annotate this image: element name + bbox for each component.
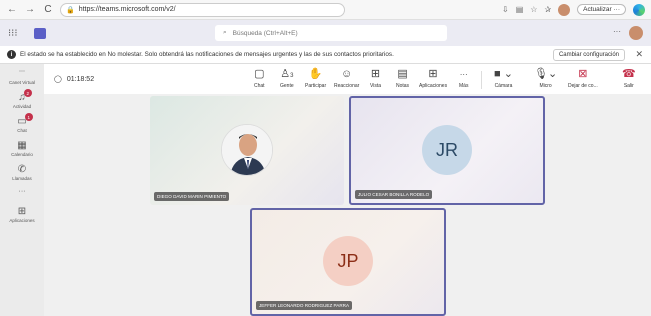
favorite-icon[interactable]: ☆ xyxy=(530,5,537,14)
people-icon: ♙3 xyxy=(280,68,294,80)
chat-badge: 1 xyxy=(24,113,33,121)
calendar-icon: ▦ xyxy=(17,140,27,151)
bell-icon: ♫ 2 xyxy=(18,89,32,104)
leave-button[interactable]: ☎ Salir xyxy=(622,68,636,89)
profile-avatar[interactable] xyxy=(558,3,571,16)
rail-item-calls[interactable]: ✆ Llamadas xyxy=(0,164,44,181)
phone-icon: ✆ xyxy=(17,164,27,175)
hang-up-icon: ☎ xyxy=(622,68,636,80)
extension-icon[interactable]: ⇩ xyxy=(502,5,509,14)
add-apps-icon: ⊞ xyxy=(17,206,27,217)
address-bar[interactable]: 🔒 https://teams.microsoft.com/v2/ xyxy=(60,2,345,17)
meeting-timer: ◯ 01:18:52 xyxy=(54,75,95,84)
participant-initials: JP xyxy=(323,236,373,286)
shield-icon: ◯ xyxy=(54,76,62,83)
participant-name: JULIO CESAR BONILLA RODELO xyxy=(355,190,433,199)
people-button[interactable]: ♙3 Gente xyxy=(280,68,294,89)
back-button[interactable]: ← xyxy=(6,4,18,15)
microphone-icon: 🎙⌄ xyxy=(534,68,558,80)
apps-button[interactable]: ⊞ Aplicaciones xyxy=(419,68,447,89)
notes-button[interactable]: ▤ Notas xyxy=(396,68,409,89)
more-button[interactable]: ··· Más xyxy=(459,68,468,89)
app-launcher-icon[interactable]: ⁝⁝⁝ xyxy=(8,28,26,39)
teams-header: ⁝⁝⁝ ⌕ Búsqueda (Ctrl+Alt+E) ··· xyxy=(0,20,651,46)
meeting-controls: ◯ 01:18:52 ▢ Chat ♙3 Gente ✋ Participar … xyxy=(44,64,651,94)
forward-button[interactable]: → xyxy=(24,4,36,15)
url-text: https://teams.microsoft.com/v2/ xyxy=(78,6,176,13)
toolbar-divider xyxy=(481,71,482,89)
raise-hand-button[interactable]: ✋ Participar xyxy=(305,68,326,89)
favorites-icon[interactable]: ✰ xyxy=(544,5,551,14)
lock-icon: 🔒 xyxy=(66,6,75,14)
banner-text: El estado se ha establecido en No molest… xyxy=(20,51,394,58)
emoji-icon: ☺ xyxy=(341,68,353,80)
rail-item-canet[interactable]: ⋯ Canet Virtual xyxy=(0,68,44,85)
dnd-banner: i El estado se ha establecido en No mole… xyxy=(0,46,651,64)
search-icon: ⌕ xyxy=(223,29,227,36)
reload-button[interactable]: C xyxy=(42,4,54,15)
rail-item-apps[interactable]: ⊞ Aplicaciones xyxy=(0,206,44,223)
browser-toolbar: ← → C 🔒 https://teams.microsoft.com/v2/ … xyxy=(0,0,651,20)
search-input[interactable]: ⌕ Búsqueda (Ctrl+Alt+E) xyxy=(215,25,447,41)
participant-tile[interactable]: DIEGO DAVID MARIN PIMIENTO xyxy=(150,96,344,205)
participant-tile[interactable]: JR JULIO CESAR BONILLA RODELO xyxy=(349,96,545,205)
rail-item-more[interactable]: ··· xyxy=(0,188,44,195)
view-button[interactable]: ⊞ Vista xyxy=(370,68,381,89)
participant-tile[interactable]: JP JEFFER LEONARDO RODRIGUEZ PARRA xyxy=(250,208,446,316)
close-icon[interactable]: ✕ xyxy=(635,49,643,60)
camera-button[interactable]: ■ ⌄ Cámara xyxy=(494,68,513,89)
copilot-icon[interactable] xyxy=(633,3,645,16)
chat-button[interactable]: ▢ Chat xyxy=(254,68,265,89)
stop-share-icon: ⊠ xyxy=(578,68,588,80)
left-rail: ⋯ Canet Virtual ♫ 2 Actividad ▭ 1 Chat ▦ C… xyxy=(0,64,44,316)
chat-icon: ▭ 1 xyxy=(17,113,33,128)
rail-item-calendar[interactable]: ▦ Calendario xyxy=(0,140,44,157)
rail-item-activity[interactable]: ♫ 2 Actividad xyxy=(0,89,44,109)
grid-icon: ⊞ xyxy=(370,68,381,80)
camera-off-icon: ■ ⌄ xyxy=(494,68,513,80)
info-icon: i xyxy=(7,50,16,59)
teams-logo-icon xyxy=(34,27,46,39)
notes-icon: ▤ xyxy=(397,68,408,80)
more-icon: ··· xyxy=(459,70,468,79)
activity-badge: 2 xyxy=(23,89,32,97)
apps-icon: ⋯ xyxy=(19,69,25,75)
participant-photo xyxy=(221,124,273,176)
participant-name: DIEGO DAVID MARIN PIMIENTO xyxy=(154,192,230,201)
participant-initials: JR xyxy=(422,125,472,175)
hand-icon: ✋ xyxy=(308,68,323,80)
mic-button[interactable]: 🎙⌄ Micro xyxy=(534,68,557,89)
change-settings-button[interactable]: Cambiar configuración xyxy=(552,49,625,61)
update-button[interactable]: Actualizar ··· xyxy=(577,4,626,15)
read-mode-icon[interactable]: ▤ xyxy=(516,5,524,14)
video-stage: DIEGO DAVID MARIN PIMIENTO JR JULIO CESA… xyxy=(44,94,651,316)
rail-item-chat[interactable]: ▭ 1 Chat xyxy=(0,113,44,133)
stop-sharing-button[interactable]: ⊠ Dejar de co... xyxy=(568,68,598,89)
user-avatar[interactable] xyxy=(629,26,643,40)
search-placeholder: Búsqueda (Ctrl+Alt+E) xyxy=(232,29,298,37)
chat-icon: ▢ xyxy=(254,68,265,80)
add-icon: ⊞ xyxy=(428,68,438,80)
react-button[interactable]: ☺ Reaccionar xyxy=(334,68,359,89)
more-options-icon[interactable]: ··· xyxy=(613,27,621,36)
participant-name: JEFFER LEONARDO RODRIGUEZ PARRA xyxy=(256,301,353,310)
